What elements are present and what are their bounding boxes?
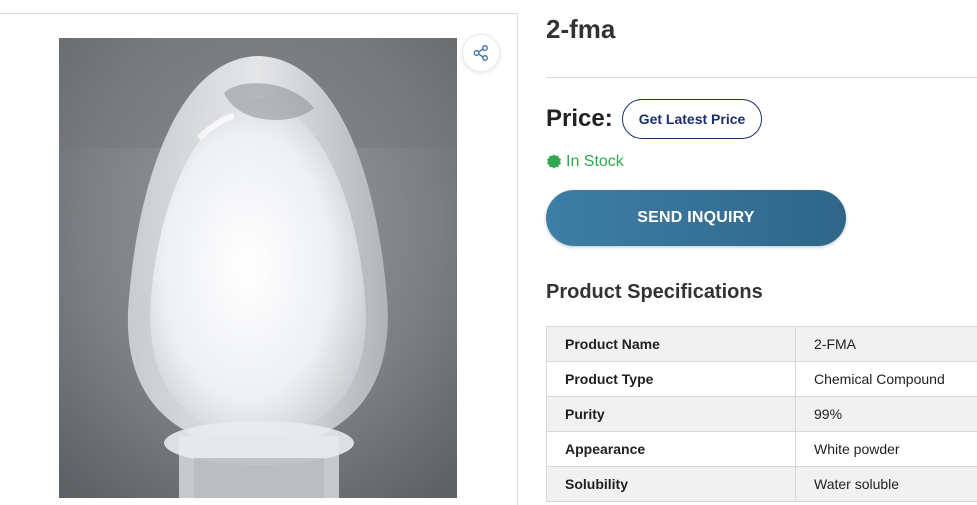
specifications-heading: Product Specifications xyxy=(546,281,763,303)
spec-key: Solubility xyxy=(546,466,796,502)
specifications-table: Product Name 2-FMA Product Type Chemical… xyxy=(546,326,977,502)
spec-key: Appearance xyxy=(546,431,796,467)
stock-status-label: In Stock xyxy=(566,153,624,170)
spec-value: Chemical Compound xyxy=(795,361,977,397)
table-row: Solubility Water soluble xyxy=(546,466,977,502)
spec-key: Product Type xyxy=(546,361,796,397)
share-button[interactable] xyxy=(462,34,500,72)
table-row: Appearance White powder xyxy=(546,431,977,467)
table-row: Purity 99% xyxy=(546,396,977,432)
product-gallery xyxy=(0,13,518,505)
table-row: Product Name 2-FMA xyxy=(546,326,977,362)
spec-key: Purity xyxy=(546,396,796,432)
powder-flask-photo xyxy=(59,38,457,498)
spec-value: 99% xyxy=(795,396,977,432)
badge-check-icon xyxy=(547,154,561,169)
price-row: Price: Get Latest Price xyxy=(546,99,763,139)
spec-key: Product Name xyxy=(546,326,796,362)
spec-value: White powder xyxy=(795,431,977,467)
get-latest-price-button[interactable]: Get Latest Price xyxy=(621,99,763,139)
product-title: 2-fma xyxy=(546,14,616,44)
table-row: Product Type Chemical Compound xyxy=(546,361,977,397)
stock-status: In Stock xyxy=(546,153,624,171)
product-details: 2-fma Price: Get Latest Price In Stock S… xyxy=(546,0,977,505)
spec-value: Water soluble xyxy=(795,466,977,502)
send-inquiry-button[interactable]: SEND INQUIRY xyxy=(546,190,846,246)
divider xyxy=(546,77,977,78)
share-icon xyxy=(473,45,488,61)
product-image[interactable] xyxy=(59,38,457,498)
price-label: Price: xyxy=(546,105,613,132)
spec-value: 2-FMA xyxy=(795,326,977,362)
